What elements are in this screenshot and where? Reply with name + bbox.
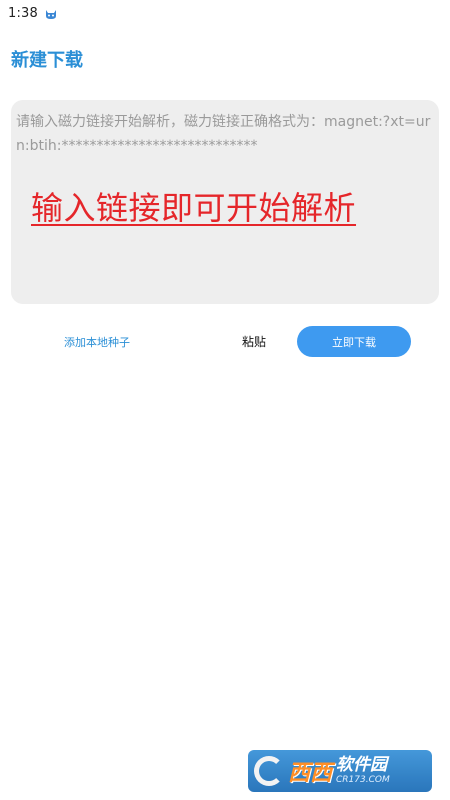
action-row: 添加本地种子 粘贴 立即下载 <box>0 325 450 359</box>
add-local-seed-link[interactable]: 添加本地种子 <box>64 334 130 350</box>
watermark-name: 软件园 <box>336 755 388 775</box>
status-bar: 1:38 <box>0 0 450 26</box>
paste-button[interactable]: 粘贴 <box>242 333 266 350</box>
page-title: 新建下载 <box>11 50 83 71</box>
watermark-c-icon <box>254 756 284 786</box>
status-time: 1:38 <box>8 5 38 21</box>
download-now-button[interactable]: 立即下载 <box>297 326 411 357</box>
cat-icon <box>44 6 58 20</box>
watermark-url: CR173.COM <box>336 775 390 785</box>
watermark-brand: 西西 <box>288 761 333 786</box>
hint-annotation: 输入链接即可开始解析 <box>31 189 357 227</box>
watermark-logo: 西西 软件园 CR173.COM <box>248 750 432 792</box>
input-placeholder: 请输入磁力链接开始解析，磁力链接正确格式为：magnet:?xt=urn:bti… <box>16 114 431 154</box>
